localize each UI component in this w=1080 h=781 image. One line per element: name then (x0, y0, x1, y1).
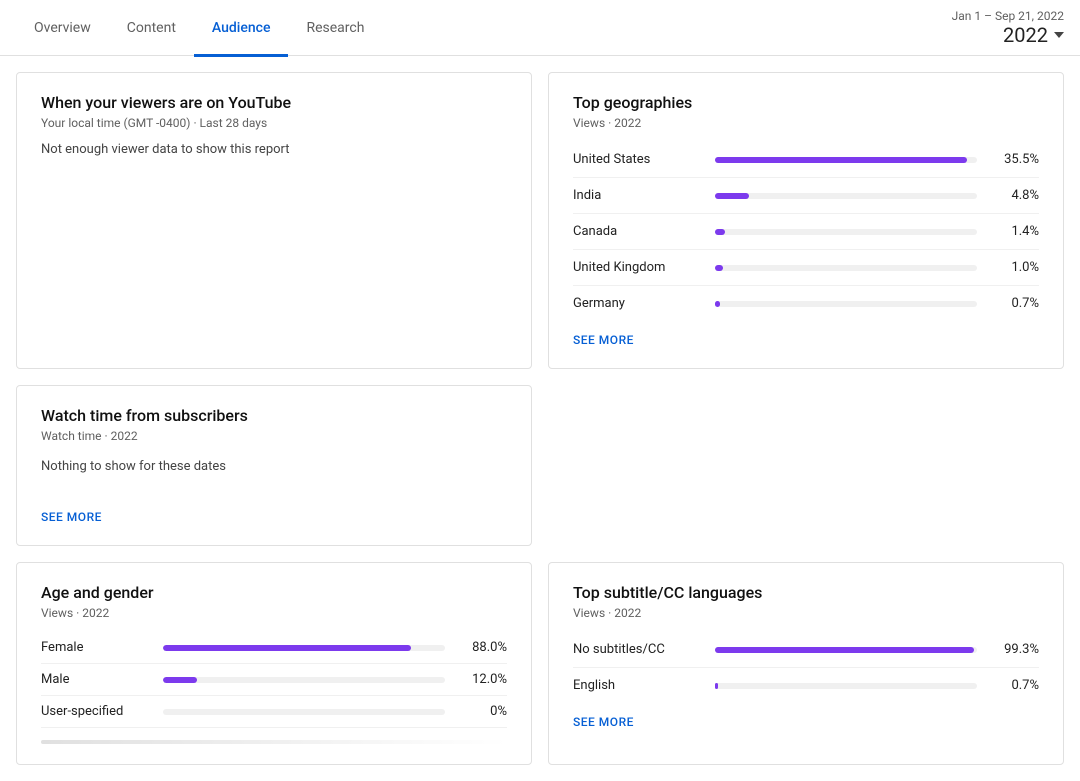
list-item: No subtitles/CC 99.3% (573, 632, 1039, 668)
age-gender-subtitle: Views · 2022 (41, 606, 507, 620)
gender-bar-track-user-specified (163, 709, 445, 715)
tab-content[interactable]: Content (109, 2, 194, 57)
geographies-see-more[interactable]: SEE MORE (573, 333, 634, 347)
subtitle-bar-track-no-subtitles (715, 647, 977, 653)
list-item: English 0.7% (573, 668, 1039, 703)
subtitle-value-english: 0.7% (989, 678, 1039, 693)
geo-bar-track-us (715, 157, 977, 163)
viewers-empty-text: Not enough viewer data to show this repo… (41, 142, 507, 157)
subtitle-card: Top subtitle/CC languages Views · 2022 N… (548, 562, 1064, 765)
gender-label-user-specified: User-specified (41, 704, 151, 719)
gender-bar-fill-female (163, 645, 411, 651)
subtitle-card-subtitle: Views · 2022 (573, 606, 1039, 620)
subtitle-see-more[interactable]: SEE MORE (573, 715, 634, 729)
geo-value-germany: 0.7% (989, 296, 1039, 311)
tab-audience[interactable]: Audience (194, 2, 289, 57)
geo-bar-track-canada (715, 229, 977, 235)
viewers-when-card: When your viewers are on YouTube Your lo… (16, 72, 532, 369)
subtitle-bar-fill-no-subtitles (715, 647, 974, 653)
geo-bar-fill-canada (715, 229, 725, 235)
geo-label-us: United States (573, 152, 703, 167)
subtitle-bar-fill-english (715, 683, 718, 689)
viewers-card-subtitle: Your local time (GMT -0400) · Last 28 da… (41, 116, 507, 130)
top-navigation: Overview Content Audience Research Jan 1… (0, 0, 1080, 56)
watch-time-title: Watch time from subscribers (41, 406, 507, 425)
subtitle-bar-track-english (715, 683, 977, 689)
gender-label-male: Male (41, 672, 151, 687)
geographies-card-title: Top geographies (573, 93, 1039, 112)
gender-value-female: 88.0% (457, 640, 507, 655)
watch-time-card: Watch time from subscribers Watch time ·… (16, 385, 532, 546)
geo-label-india: India (573, 188, 703, 203)
geo-bar-fill-india (715, 193, 749, 199)
date-year: 2022 (1003, 23, 1064, 47)
geo-label-uk: United Kingdom (573, 260, 703, 275)
main-content: When your viewers are on YouTube Your lo… (0, 56, 1080, 781)
geo-bar-fill-germany (715, 301, 720, 307)
list-item: User-specified 0% (41, 696, 507, 728)
list-item: United Kingdom 1.0% (573, 250, 1039, 286)
gender-label-female: Female (41, 640, 151, 655)
geographies-card: Top geographies Views · 2022 United Stat… (548, 72, 1064, 369)
age-gender-title: Age and gender (41, 583, 507, 602)
geo-value-us: 35.5% (989, 152, 1039, 167)
geo-bar-fill-uk (715, 265, 723, 271)
list-item: India 4.8% (573, 178, 1039, 214)
gender-value-user-specified: 0% (457, 704, 507, 719)
geo-value-india: 4.8% (989, 188, 1039, 203)
watch-time-see-more[interactable]: SEE MORE (41, 510, 102, 524)
gender-value-male: 12.0% (457, 672, 507, 687)
subtitle-label-no-subtitles: No subtitles/CC (573, 642, 703, 657)
list-item: Female 88.0% (41, 632, 507, 664)
list-item: United States 35.5% (573, 142, 1039, 178)
date-range-label: Jan 1 – Sep 21, 2022 (952, 9, 1064, 23)
tab-overview[interactable]: Overview (16, 2, 109, 57)
subtitle-card-title: Top subtitle/CC languages (573, 583, 1039, 602)
tab-research[interactable]: Research (288, 2, 382, 57)
gender-bar-track-male (163, 677, 445, 683)
geographies-card-subtitle: Views · 2022 (573, 116, 1039, 130)
list-item: Male 12.0% (41, 664, 507, 696)
watch-time-subtitle: Watch time · 2022 (41, 429, 507, 443)
subtitle-value-no-subtitles: 99.3% (989, 642, 1039, 657)
chevron-down-icon (1054, 32, 1064, 38)
subtitle-label-english: English (573, 678, 703, 693)
gender-bar-track-female (163, 645, 445, 651)
geo-value-canada: 1.4% (989, 224, 1039, 239)
geo-value-uk: 1.0% (989, 260, 1039, 275)
nav-tabs: Overview Content Audience Research (16, 0, 382, 55)
list-item: Germany 0.7% (573, 286, 1039, 321)
geo-bar-track-germany (715, 301, 977, 307)
age-gender-card: Age and gender Views · 2022 Female 88.0%… (16, 562, 532, 765)
list-item: Canada 1.4% (573, 214, 1039, 250)
geo-bar-track-uk (715, 265, 977, 271)
geo-bar-track-india (715, 193, 977, 199)
scroll-hint (41, 740, 507, 744)
date-selector[interactable]: Jan 1 – Sep 21, 2022 2022 (952, 9, 1064, 47)
geo-label-canada: Canada (573, 224, 703, 239)
viewers-card-title: When your viewers are on YouTube (41, 93, 507, 112)
geo-bar-fill-us (715, 157, 967, 163)
gender-bar-fill-male (163, 677, 197, 683)
watch-time-nothing-text: Nothing to show for these dates (41, 459, 507, 474)
geo-label-germany: Germany (573, 296, 703, 311)
